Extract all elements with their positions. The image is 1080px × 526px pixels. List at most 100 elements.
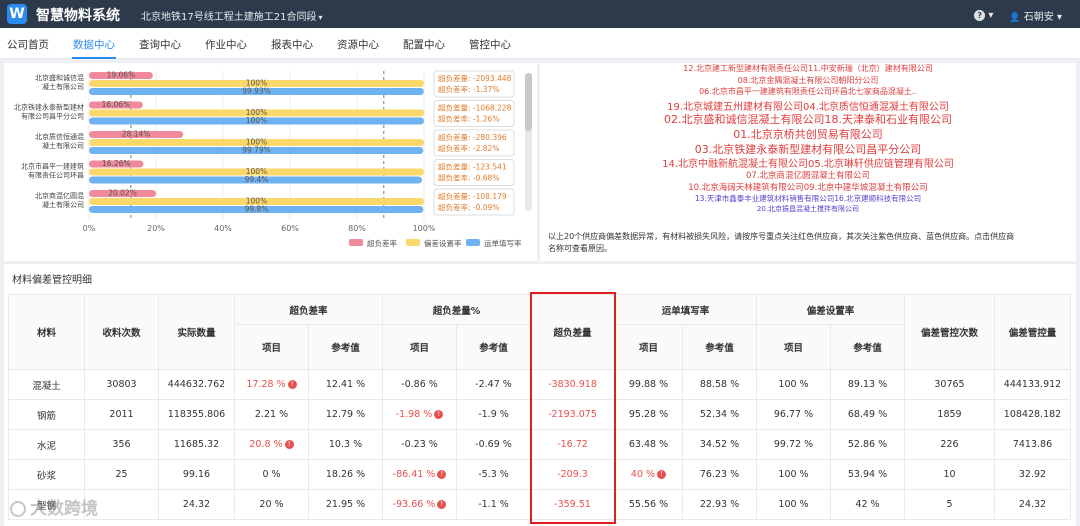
cell-over-rate-item: 17.28 %!	[234, 369, 309, 400]
tooltip-rate: 超负差率: -0.09%	[438, 202, 499, 212]
cell-bill-item-value: 40 %	[630, 469, 656, 480]
help-menu[interactable]: ? ▾	[974, 10, 993, 21]
tooltip-rate: 超负差率: -0.68%	[438, 173, 499, 183]
table-row: 砂浆 25 99.16 0 % 18.26 % -86.41 %! -5.3 % -209.3…	[8, 459, 1071, 490]
cell-over-pct-item: -0.23 %	[382, 429, 457, 460]
chevron-down-icon: ▾	[1056, 12, 1062, 23]
nav-config-center[interactable]: 配置中心	[403, 37, 445, 52]
supplier-name[interactable]: 13.天津市鑫泰丰业建筑材料销售有限公司16.北京建顺科技有限公司	[540, 193, 1076, 204]
cell-actual: 118355.806	[158, 399, 235, 430]
cell-over-rate-ref: 21.95 %	[308, 489, 383, 520]
tooltip-rate: 超负差率: -1.37%	[438, 84, 499, 94]
cell-actual: 24.32	[158, 489, 235, 520]
y-category-label: 北京市昌平一建建筑有限责任公司环昌	[21, 162, 84, 180]
waybill-rate-label: 99.93%	[242, 87, 271, 96]
nav-resource-center[interactable]: 资源中心	[337, 37, 379, 52]
cell-count-value: 356	[112, 439, 131, 450]
user-menu[interactable]: 👤 石朝安 ▾	[1009, 8, 1062, 23]
project-selector[interactable]: 北京地铁17号线工程土建施工21合同段 ▾	[141, 8, 322, 23]
cell-dev-ref: 52.86 %	[830, 429, 905, 460]
cell-ctrl-amount: 444133.912	[994, 369, 1071, 400]
nav-company-home[interactable]: 公司首页	[7, 37, 49, 52]
cell-over-rate-ref-value: 12.41 %	[325, 379, 366, 390]
supplier-name[interactable]: 08.北京金隅混凝土有限公司朝阳分公司	[540, 75, 1076, 86]
alert-icon[interactable]: !	[437, 500, 447, 509]
nav-data-center[interactable]: 数据中心	[73, 37, 115, 52]
chevron-down-icon: ▾	[988, 10, 994, 21]
subheader-ref: 参考值	[682, 324, 757, 370]
cell-over-pct-item-value: -1.98 %	[395, 409, 433, 420]
tooltip-amount: 超负差量: -123.541	[438, 162, 507, 172]
cell-dev-item: 99.72 %	[756, 429, 831, 460]
watermark-text: 大数跨境	[30, 499, 98, 519]
cell-ctrl-amount: 7413.86	[994, 429, 1071, 460]
supplier-name[interactable]: 10.北京海阔天林建筑有限公司09.北京中建华城混凝土有限公司	[540, 181, 1076, 193]
header-count: 收料次数	[84, 294, 159, 370]
supplier-list-panel: 12.北京建工新型建材有限责任公司11.中安新瑞（北京）建材有限公司 08.北京金…	[540, 63, 1076, 261]
waybill-rate-label: 100%	[246, 116, 267, 125]
supplier-name[interactable]: 06.北京市昌平一建建筑有限责任公司环昌北七家商品混凝土..	[540, 86, 1076, 97]
supplier-note: 以上20个供应商偏差数据异常，有材料被损失风险，请按序号重点关注红色供应商，其次…	[548, 232, 1015, 253]
cell-over-amount-value: -3830.918	[548, 379, 597, 390]
legend-swatch	[466, 239, 480, 246]
section-title: 材料偏差管控明细	[12, 275, 92, 286]
supplier-name[interactable]: 12.北京建工新型建材有限责任公司11.中安新瑞（北京）建材有限公司	[540, 63, 1076, 74]
cell-over-rate-item-value: 20 %	[259, 499, 284, 510]
cell-count: 2011	[84, 399, 159, 430]
cell-over-pct-ref-value: -1.9 %	[478, 409, 509, 420]
subheader-ref: 参考值	[308, 324, 383, 370]
alert-icon[interactable]: !	[657, 470, 667, 479]
subheader-item: 项目	[382, 324, 457, 370]
help-icon: ?	[974, 10, 986, 21]
cell-over-pct-ref: -0.69 %	[456, 429, 531, 460]
legend-label: 运单填写率	[484, 238, 522, 248]
cell-over-amount: -3830.918	[530, 369, 615, 400]
cell-bill-ref: 88.58 %	[682, 369, 757, 400]
y-category-label: 北京铁建永泰新型建材有限公司昌平分公司	[14, 103, 84, 121]
tooltip-amount: 超负差量: -2093.448	[438, 73, 512, 83]
alert-icon[interactable]: !	[287, 380, 297, 389]
nav-report-center[interactable]: 报表中心	[271, 37, 313, 52]
supplier-name[interactable]: 03.北京铁建永泰新型建材有限公司昌平分公司	[540, 141, 1076, 157]
cell-ctrl-amount: 108428.182	[994, 399, 1071, 430]
nav-control-center[interactable]: 管控中心	[469, 37, 511, 52]
supplier-name[interactable]: 02.北京盛和诚信混凝土有限公司18.天津泰和石业有限公司	[540, 111, 1076, 127]
chart-scrollbar[interactable]	[525, 73, 532, 211]
table-row: 型钢 24.32 20 % 21.95 % -93.66 %! -1.1 % -359.51…	[8, 489, 1071, 520]
supplier-name[interactable]: 20.北京振昌混凝土搅拌有限公司	[540, 204, 1076, 214]
cell-bill-ref: 34.52 %	[682, 429, 757, 460]
cell-actual: 11685.32	[158, 429, 235, 460]
cell-actual-value: 118355.806	[167, 409, 226, 420]
watermark-logo	[10, 501, 26, 517]
header-ctrl-amount: 偏差管控量	[994, 294, 1071, 370]
app-title: 智慧物料系统	[36, 8, 120, 24]
supplier-name[interactable]: 07.北京商混亿圆混凝土有限公司	[540, 169, 1076, 181]
nav-query-center[interactable]: 查询中心	[139, 37, 181, 52]
cell-over-pct-item: -0.86 %	[382, 369, 457, 400]
active-tab-indicator	[72, 57, 116, 59]
cell-over-rate-item-value: 0 %	[262, 469, 281, 480]
cell-over-amount: -16.72	[530, 429, 615, 460]
x-tick-label: 20%	[147, 224, 165, 233]
app-logo: W	[7, 4, 27, 24]
cell-over-rate-ref-value: 21.95 %	[325, 499, 366, 510]
x-tick-label: 0%	[83, 224, 96, 233]
cell-dev-ref-value: 89.13 %	[847, 379, 888, 390]
scrollbar-thumb[interactable]	[525, 73, 532, 131]
cell-ctrl-count-value: 30765	[934, 379, 965, 390]
cell-dev-item: 100 %	[756, 489, 831, 520]
cell-over-pct-ref: -1.9 %	[456, 399, 531, 430]
cell-bill-item-value: 95.28 %	[628, 409, 669, 420]
alert-icon[interactable]: !	[284, 440, 294, 449]
supplier-bar-chart: 0% 20% 40% 60% 80% 100% 北京盛和诚信混凝土有限公司 19.06% 100…	[14, 70, 522, 248]
cell-material: 钢筋	[8, 399, 85, 430]
header-dev-rate: 偏差设置率	[756, 294, 905, 325]
cell-actual: 444632.762	[158, 369, 235, 400]
y-category-label: 北京盛和诚信混凝土有限公司	[35, 73, 84, 91]
nav-work-center[interactable]: 作业中心	[205, 37, 247, 52]
supplier-name[interactable]: 01.北京京桥共创贸易有限公司	[540, 126, 1076, 142]
x-tick-label: 80%	[348, 224, 366, 233]
cell-dev-item-value: 100 %	[778, 379, 809, 390]
alert-icon[interactable]: !	[437, 470, 447, 479]
alert-icon[interactable]: !	[434, 410, 444, 419]
